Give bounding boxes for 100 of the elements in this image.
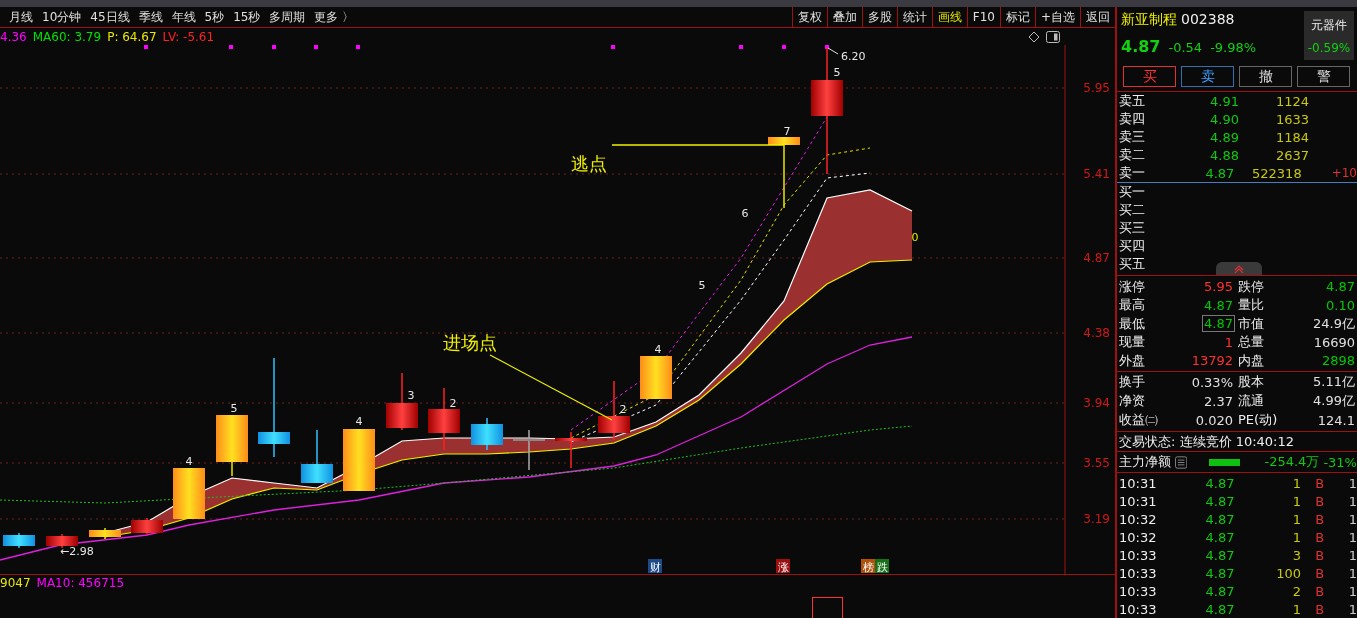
candlestick	[471, 417, 503, 451]
candlestick	[640, 355, 672, 400]
stat-label: 量比	[1238, 296, 1264, 315]
period-tab[interactable]: 更多 〉	[314, 8, 355, 26]
indicator-value: MA60: 3.79	[32, 29, 102, 44]
stock-name: 新亚制程	[1121, 11, 1177, 29]
trade-count: 1	[1348, 547, 1357, 563]
toolbar-button[interactable]: 叠加	[827, 7, 863, 27]
candlestick	[301, 429, 333, 484]
stat-label: 流通	[1238, 392, 1264, 411]
sector-name[interactable]: 元器件	[1311, 16, 1347, 34]
event-marker[interactable]: 榜	[861, 559, 875, 574]
period-tab[interactable]: 年线	[171, 8, 196, 26]
trade-count: 1	[1348, 511, 1357, 527]
order-level-label: 卖一	[1118, 164, 1146, 183]
toolbar-button[interactable]: 统计	[897, 7, 933, 27]
toolbar-button[interactable]: 多股	[862, 7, 898, 27]
last-price: 4.87	[1121, 37, 1161, 56]
list-icon[interactable]	[1175, 455, 1188, 469]
candle-count-label: 3	[407, 389, 415, 402]
expand-tab[interactable]	[1216, 262, 1262, 276]
flow-bar	[1209, 458, 1241, 466]
stat-label: PE(动)	[1238, 411, 1278, 430]
trade-side: B	[1315, 565, 1326, 581]
trading-status: 交易状态: 连续竞价 10:40:12	[1119, 432, 1295, 451]
price-label: 3.55	[1083, 456, 1110, 470]
candlestick	[598, 380, 630, 441]
stat-value: 0.10	[1325, 296, 1356, 314]
period-tab[interactable]: 15秒	[233, 8, 261, 26]
stat-value: 4.99亿	[1312, 392, 1356, 411]
trade-price: 4.87	[1204, 601, 1235, 617]
trade-volume: 2	[1291, 583, 1302, 599]
panel-toggle-icon[interactable]	[1046, 30, 1060, 43]
candlestick	[3, 532, 35, 549]
period-tab[interactable]: 多周期	[269, 8, 306, 26]
price-label: 5.41	[1083, 167, 1110, 181]
period-tab[interactable]: 月线	[9, 8, 33, 26]
main-flow-amount: -254.4万	[1264, 453, 1320, 471]
toolbar-button[interactable]: 复权	[792, 7, 828, 27]
trade-time: 10:33	[1118, 547, 1158, 563]
percent-change: -9.98%	[1210, 40, 1257, 55]
order-level-label: 买一	[1118, 183, 1146, 202]
candle-count-label: 5	[230, 402, 238, 415]
trade-volume: 100	[1275, 565, 1302, 581]
indicator-value: LV: -5.61	[162, 29, 215, 44]
trade-time: 10:32	[1118, 511, 1158, 527]
toolbar-button[interactable]: 画线	[932, 7, 968, 27]
candle-count-label: 6	[741, 207, 749, 220]
stat-value: 1	[1223, 333, 1234, 351]
trade-price: 4.87	[1204, 511, 1235, 527]
candle-count-label: 0	[911, 231, 919, 244]
trade-time: 10:31	[1118, 493, 1158, 509]
event-marker[interactable]: 跌	[875, 559, 889, 574]
toolbar-button[interactable]: 标记	[1000, 7, 1036, 27]
toolbar-button[interactable]: F10	[967, 7, 1001, 27]
order-level-label: 卖四	[1118, 110, 1146, 129]
period-tab[interactable]: 5秒	[204, 8, 225, 26]
period-tab[interactable]: 45日线	[90, 8, 130, 26]
candlestick	[555, 431, 587, 469]
stat-value: 2898	[1320, 352, 1356, 370]
trade-button[interactable]: 卖	[1181, 66, 1234, 88]
stat-label: 现量	[1119, 333, 1145, 352]
order-level-label: 卖三	[1118, 128, 1146, 147]
order-volume: 1124	[1274, 94, 1309, 109]
toolbar-button[interactable]: 返回	[1081, 7, 1115, 27]
order-price: 4.89	[1209, 130, 1239, 145]
candlestick	[89, 527, 121, 540]
trade-button[interactable]: 买	[1123, 66, 1176, 88]
toolbar-button[interactable]: +自选	[1035, 7, 1081, 27]
event-marker[interactable]: 涨	[776, 559, 790, 574]
diamond-icon[interactable]	[1028, 30, 1040, 43]
price-label: 4.38	[1083, 326, 1110, 340]
trade-side: B	[1315, 529, 1326, 545]
stat-value: 4.87	[1202, 315, 1235, 333]
trade-button[interactable]: 撤	[1239, 66, 1292, 88]
trade-price: 4.87	[1204, 475, 1235, 491]
period-tab[interactable]: 10分钟	[42, 8, 82, 26]
trade-price: 4.87	[1204, 565, 1235, 581]
indicator-value: MA10: 456715	[36, 576, 125, 590]
candlestick	[343, 428, 375, 492]
order-volume-change: +10	[1331, 166, 1357, 181]
period-tab[interactable]: 季线	[138, 8, 163, 26]
event-marker[interactable]: 财	[648, 559, 662, 574]
order-price: 4.87	[1204, 166, 1235, 181]
candlestick	[131, 517, 163, 536]
stat-value: 4.87	[1203, 296, 1234, 314]
trade-time: 10:33	[1118, 583, 1158, 599]
candlestick	[46, 533, 78, 549]
trade-button[interactable]: 警	[1297, 66, 1350, 88]
leader-line	[827, 47, 839, 55]
order-level-label: 卖二	[1118, 146, 1146, 165]
order-price: 4.88	[1209, 148, 1239, 163]
sector-change: -0.59%	[1307, 40, 1351, 55]
trade-price: 4.87	[1204, 547, 1235, 563]
stat-label: 外盘	[1119, 351, 1145, 370]
indicator-value: 4.36	[0, 29, 27, 44]
trade-volume: 3	[1291, 547, 1302, 563]
stat-label: 净资	[1119, 392, 1145, 411]
stat-label: 总量	[1238, 333, 1264, 352]
trade-side: B	[1315, 547, 1326, 563]
